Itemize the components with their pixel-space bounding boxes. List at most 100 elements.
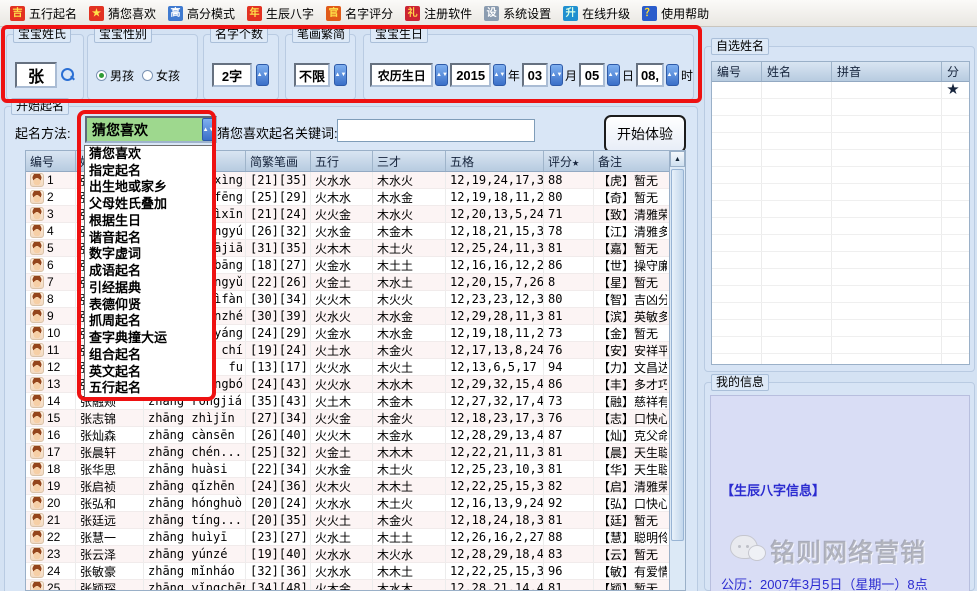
dropdown-option[interactable]: 猜您喜欢 [85,146,212,163]
row-name-cell: 张灿森 [76,427,144,443]
row-strokes-cell: [23][27] [246,529,311,545]
toolbar-button[interactable]: 设 系统设置 [480,3,559,24]
header-wuge[interactable]: 五格 [446,151,544,171]
month-spinner[interactable]: ▲▼ [550,64,563,86]
dropdown-option[interactable]: 英文起名 [85,364,212,381]
row-score-cell: 71 [544,206,594,222]
result-row[interactable]: 15 张志锦 zhāng zhìjǐn [27][34] 火火金 木金火 12,… [26,410,669,427]
stroke-spinner[interactable]: ▲▼ [334,64,347,86]
bazi-lines: 公历：2007年3月5日（星期一）8点 农历：丁亥年正月十六日辰时 春节：2月1… [721,538,928,591]
result-row[interactable]: 22 张慧一 zhāng huìyī [23][27] 火水土 木土土 12,2… [26,529,669,546]
result-row[interactable]: 20 张弘和 zhāng hónghuò [20][24] 火水水 木土火 12… [26,495,669,512]
surname-input[interactable] [15,62,57,88]
sel-header-name[interactable]: 姓名 [762,62,832,81]
row-sancai-cell: 木土土 [373,257,446,273]
header-no[interactable]: 编号 [26,151,76,171]
row-score-cell: 81 [544,580,594,590]
toolbar-button[interactable]: 官 名字评分 [322,3,401,24]
toolbar-button[interactable]: 年 生辰八字 [243,3,322,24]
row-number-cell: 25 [26,580,76,590]
dropdown-option[interactable]: 表德仰贤 [85,297,212,314]
row-strokes-cell: [21][24] [246,206,311,222]
result-row[interactable]: 19 张启祯 zhāng qǐzhēn [24][36] 火木火 木木土 12,… [26,478,669,495]
selected-empty-row [712,99,969,116]
header-remark[interactable]: 备注 [594,151,667,171]
row-score-cell: 76 [544,410,594,426]
result-row[interactable]: 25 张颖琛 zhāng yǐngchēn [34][48] 火木金 木水木 1… [26,580,669,590]
dropdown-option[interactable]: 数字虚词 [85,246,212,263]
header-strokes[interactable]: 简繁笔画 [246,151,311,171]
search-icon[interactable] [61,68,75,82]
name-count-value: 2字 [212,63,252,87]
method-combobox[interactable]: 猜您喜欢 ▲▼ [85,116,217,143]
selected-names-title: 自选姓名 [711,38,769,55]
dropdown-option[interactable]: 指定起名 [85,163,212,180]
scrollbar-thumb[interactable] [671,169,684,541]
keyword-input[interactable] [337,119,535,142]
row-wuxing-cell: 火金土 [311,444,373,460]
radio-female[interactable]: 女孩 [142,67,180,84]
row-sancai-cell: 木金木 [373,223,446,239]
header-sancai[interactable]: 三才 [373,151,446,171]
start-experience-button[interactable]: 开始体验 [604,115,686,153]
row-wuxing-cell: 火水水 [311,495,373,511]
row-strokes-cell: [31][35] [246,240,311,256]
row-score-cell: 94 [544,359,594,375]
result-row[interactable]: 18 张华思 zhāng huàsi [22][34] 火水金 木土火 12,2… [26,461,669,478]
header-wuxing[interactable]: 五行 [311,151,373,171]
header-score[interactable]: 评分★ [544,151,594,171]
year-spinner[interactable]: ▲▼ [493,64,506,86]
row-remark-cell: 【华】天生聪 [594,461,667,477]
row-name-cell: 张晨轩 [76,444,144,460]
dropdown-option[interactable]: 根据生日 [85,213,212,230]
row-pinyin-cell: zhāng tíng... [144,512,246,528]
row-number-cell: 18 [26,461,76,477]
row-score-cell: 88 [544,529,594,545]
dropdown-option[interactable]: 引经据典 [85,280,212,297]
name-count-spinner[interactable]: ▲▼ [256,64,269,86]
radio-male[interactable]: 男孩 [96,67,134,84]
sel-header-no[interactable]: 编号 [712,62,762,81]
result-row[interactable]: 23 张云泽 zhāng yúnzé [19][40] 火水水 木火水 12,2… [26,546,669,563]
row-score-cell: 81 [544,512,594,528]
baby-avatar-icon [30,292,44,306]
result-row[interactable]: 24 张敏豪 zhāng mǐnháo [32][36] 火水水 木木土 12,… [26,563,669,580]
dropdown-option[interactable]: 父母姓氏叠加 [85,196,212,213]
dropdown-option[interactable]: 五行起名 [85,380,212,397]
dropdown-option[interactable]: 组合起名 [85,347,212,364]
row-sancai-cell: 木水土 [373,274,446,290]
toolbar-button[interactable]: ？ 使用帮助 [638,3,717,24]
scroll-up-icon[interactable]: ▲ [670,151,685,167]
result-row[interactable]: 16 张灿森 zhāng cànsēn [26][40] 火火木 木金水 12,… [26,427,669,444]
row-number-cell: 14 [26,393,76,409]
method-combo-arrow-icon[interactable]: ▲▼ [202,118,215,141]
toolbar-button[interactable]: 吉 五行起名 [6,3,85,24]
hour-spinner[interactable]: ▲▼ [666,64,679,86]
sel-header-score[interactable]: 评分★ [942,62,969,81]
my-info-title: 我的信息 [711,374,769,391]
year-value: 2015 [450,63,490,87]
dropdown-option[interactable]: 谐音起名 [85,230,212,247]
row-wuxing-cell: 火水土 [311,529,373,545]
dropdown-option[interactable]: 查字典撞大运 [85,330,212,347]
result-row[interactable]: 17 张晨轩 zhāng chén... [25][32] 火金土 木木木 12… [26,444,669,461]
result-row[interactable]: 21 张廷远 zhāng tíng... [20][35] 火火土 木金火 12… [26,512,669,529]
row-wuge-cell: 12,25,23,10,34 [446,461,544,477]
row-wuxing-cell: 火火水 [311,359,373,375]
day-spinner[interactable]: ▲▼ [607,64,620,86]
toolbar-button[interactable]: 礼 注册软件 [401,3,480,24]
sel-header-pinyin[interactable]: 拼音 [832,62,942,81]
selected-empty-row [712,201,969,218]
row-remark-cell: 【嘉】暂无 [594,240,667,256]
results-scrollbar[interactable]: ▲ [669,151,685,590]
dropdown-option[interactable]: 成语起名 [85,263,212,280]
dropdown-option[interactable]: 抓周起名 [85,313,212,330]
dropdown-option[interactable]: 出生地或家乡 [85,179,212,196]
toolbar-button[interactable]: ★ 猜您喜欢 [85,3,164,24]
calendar-type-spinner[interactable]: ▲▼ [435,64,448,86]
toolbar-button[interactable]: 升 在线升级 [559,3,638,24]
row-remark-cell: 【志】口快心 [594,410,667,426]
toolbar-button[interactable]: 高 高分模式 [164,3,243,24]
row-remark-cell: 【安】安祥平 [594,342,667,358]
method-value: 猜您喜欢 [87,118,202,141]
